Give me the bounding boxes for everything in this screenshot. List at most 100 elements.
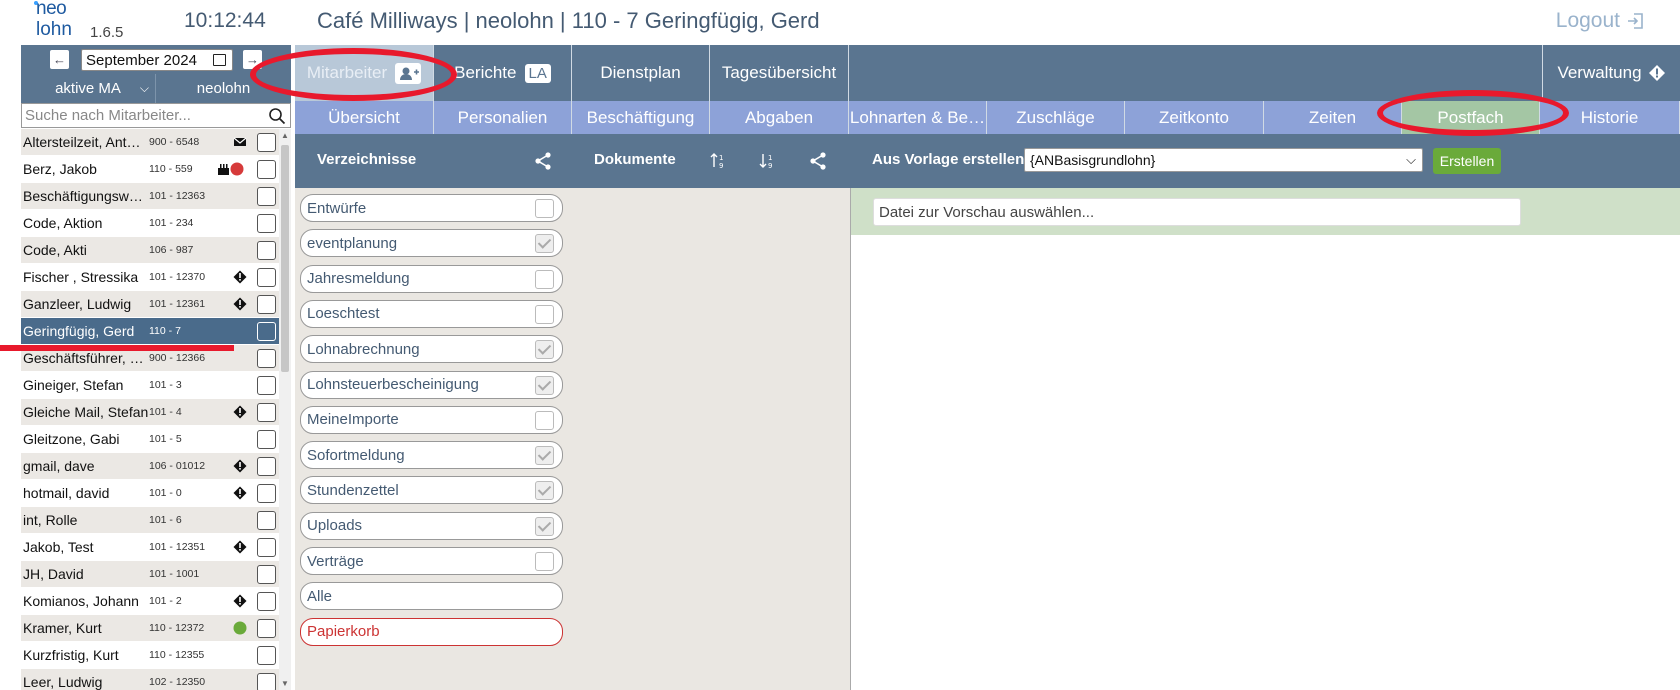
folder-item[interactable]: Papierkorb: [300, 617, 563, 646]
employee-checkbox[interactable]: [257, 133, 276, 152]
scroll-down-icon[interactable]: ▼: [281, 679, 289, 688]
employee-checkbox[interactable]: [257, 241, 276, 260]
employee-row[interactable]: Ganzleer, Ludwig 101 - 12361: [21, 291, 279, 318]
employee-row[interactable]: Fischer , Stressika 101 - 12370: [21, 264, 279, 291]
employee-search-input[interactable]: Suche nach Mitarbeiter...: [21, 103, 291, 128]
folder-item[interactable]: Alle: [300, 582, 563, 611]
folder-checkbox[interactable]: [535, 375, 554, 395]
employee-row[interactable]: Kurzfristig, Kurt 110 - 12355: [21, 642, 279, 669]
folder-item[interactable]: Jahresmeldung: [300, 264, 563, 293]
folder-checkbox[interactable]: [535, 481, 554, 501]
employee-checkbox[interactable]: [257, 619, 276, 638]
folder-item[interactable]: Sofortmeldung: [300, 441, 563, 470]
employee-checkbox[interactable]: [257, 268, 276, 287]
employee-row[interactable]: Kramer, Kurt 110 - 12372: [21, 615, 279, 642]
subtab-zuschlaege[interactable]: Zuschläge: [987, 101, 1125, 134]
logo-bottom: lohn: [36, 19, 72, 40]
folder-checkbox[interactable]: [535, 199, 554, 218]
employee-checkbox[interactable]: [257, 187, 276, 206]
employee-row[interactable]: gmail, dave 106 - 01012: [21, 453, 279, 480]
share-documents-icon[interactable]: [808, 151, 828, 171]
employee-row[interactable]: JH, David 101 - 1001: [21, 561, 279, 588]
employee-row[interactable]: Gleiche Mail, Stefan 101 - 4: [21, 399, 279, 426]
subtab-historie[interactable]: Historie: [1540, 101, 1680, 134]
folder-item[interactable]: MeineImporte: [300, 405, 563, 434]
preview-file-select[interactable]: Datei zur Vorschau auswählen...: [873, 198, 1521, 226]
employee-checkbox[interactable]: [257, 457, 276, 476]
subtab-zeitkonto[interactable]: Zeitkonto: [1125, 101, 1264, 134]
folder-item[interactable]: Stundenzettel: [300, 476, 563, 505]
employee-checkbox[interactable]: [257, 565, 276, 584]
tab-mitarbeiter[interactable]: Mitarbeiter: [295, 45, 434, 101]
employee-row[interactable]: int, Rolle 101 - 6: [21, 507, 279, 534]
prev-month-button[interactable]: ←: [50, 50, 69, 69]
employee-checkbox[interactable]: [257, 484, 276, 503]
employee-checkbox[interactable]: [257, 160, 276, 179]
tab-verwaltung[interactable]: Verwaltung: [1542, 45, 1680, 101]
employee-list-scrollbar[interactable]: ▲ ▼: [279, 129, 291, 690]
folder-item[interactable]: eventplanung: [300, 229, 563, 258]
employee-row[interactable]: Code, Aktion 101 - 234: [21, 210, 279, 237]
employee-row[interactable]: Komianos, Johann 101 - 2: [21, 588, 279, 615]
folder-checkbox[interactable]: [535, 552, 554, 571]
folder-item[interactable]: Loeschtest: [300, 299, 563, 328]
folder-checkbox[interactable]: [535, 340, 554, 360]
employee-checkbox[interactable]: [257, 295, 276, 314]
employee-row[interactable]: Jakob, Test 101 - 12351: [21, 534, 279, 561]
sort-desc-icon[interactable]: 19: [757, 151, 777, 171]
employee-row[interactable]: Gineiger, Stefan 101 - 3: [21, 372, 279, 399]
subtab-abgaben[interactable]: Abgaben: [710, 101, 849, 134]
employee-row[interactable]: Altersteilzeit, Ant… 900 - 6548: [21, 129, 279, 156]
employee-row[interactable]: Berz, Jakob 110 - 559: [21, 156, 279, 183]
scrollbar-thumb[interactable]: [281, 145, 289, 372]
employee-row[interactable]: hotmail, david 101 - 0: [21, 480, 279, 507]
template-select[interactable]: {ANBasisgrundlohn} ⌵: [1024, 148, 1423, 172]
subtab-zeiten[interactable]: Zeiten: [1264, 101, 1402, 134]
create-button[interactable]: Erstellen: [1433, 148, 1501, 174]
employee-checkbox[interactable]: [257, 403, 276, 422]
folder-checkbox[interactable]: [535, 516, 554, 536]
employee-row[interactable]: Code, Akti 106 - 987: [21, 237, 279, 264]
tab-tagesuebersicht[interactable]: Tagesübersicht: [710, 45, 849, 101]
employee-checkbox[interactable]: [257, 214, 276, 233]
employee-row[interactable]: Leer, Ludwig 102 - 12350: [21, 669, 279, 690]
month-picker[interactable]: September 2024: [81, 49, 233, 71]
employee-checkbox[interactable]: [257, 646, 276, 665]
employee-row[interactable]: Geschäftsführer, … 900 - 12366: [21, 345, 279, 372]
employee-checkbox[interactable]: [257, 376, 276, 395]
employee-checkbox[interactable]: [257, 349, 276, 368]
employee-checkbox[interactable]: [257, 673, 276, 690]
tab-berichte[interactable]: Berichte LA: [434, 45, 572, 101]
employee-checkbox[interactable]: [257, 430, 276, 449]
scope-filter[interactable]: neolohn: [156, 74, 291, 103]
employee-row[interactable]: Gleitzone, Gabi 101 - 5: [21, 426, 279, 453]
subtab-lohnarten[interactable]: Lohnarten & Be…: [849, 101, 987, 134]
employee-checkbox[interactable]: [257, 538, 276, 557]
subtab-postfach[interactable]: Postfach: [1402, 101, 1540, 134]
folder-item[interactable]: Lohnsteuerbescheinigung: [300, 370, 563, 399]
scroll-up-icon[interactable]: ▲: [281, 131, 289, 140]
folder-checkbox[interactable]: [535, 269, 554, 289]
status-filter-select[interactable]: aktive MA ⌵: [21, 74, 156, 103]
folder-checkbox[interactable]: [535, 304, 554, 324]
folder-item[interactable]: Entwürfe: [300, 194, 563, 222]
next-month-button[interactable]: →: [243, 50, 262, 69]
subtab-uebersicht[interactable]: Übersicht: [295, 101, 434, 134]
employee-row[interactable]: Geringfügig, Gerd 110 - 7: [21, 318, 279, 345]
folder-checkbox[interactable]: [535, 410, 554, 430]
logout-button[interactable]: Logout: [1556, 9, 1646, 33]
employee-checkbox[interactable]: [257, 592, 276, 611]
sort-asc-icon[interactable]: 19: [708, 151, 728, 171]
share-folders-icon[interactable]: [533, 151, 553, 171]
folder-checkbox[interactable]: [535, 446, 554, 466]
employee-checkbox[interactable]: [257, 322, 276, 341]
employee-row[interactable]: Beschäftigungsw… 101 - 12363: [21, 183, 279, 210]
folder-item[interactable]: Uploads: [300, 511, 563, 540]
folder-checkbox[interactable]: [535, 234, 554, 254]
employee-checkbox[interactable]: [257, 511, 276, 530]
tab-dienstplan[interactable]: Dienstplan: [572, 45, 710, 101]
subtab-personalien[interactable]: Personalien: [434, 101, 572, 134]
folder-item[interactable]: Lohnabrechnung: [300, 335, 563, 364]
folder-item[interactable]: Verträge: [300, 547, 563, 575]
subtab-beschaeftigung[interactable]: Beschäftigung: [572, 101, 710, 134]
